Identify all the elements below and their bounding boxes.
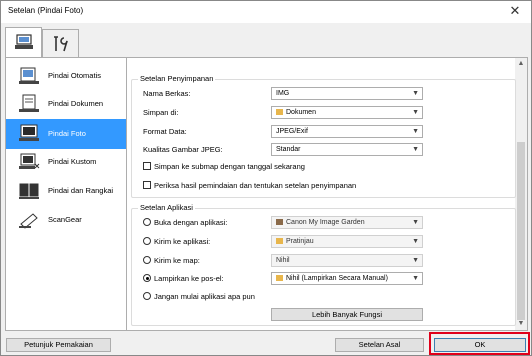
open-with-label: Buka dengan aplikasi: [154, 218, 228, 227]
sidebar-item-label: Pindai dan Rangkai [48, 186, 114, 195]
custom-scan-icon [19, 153, 40, 169]
folder-icon [276, 109, 283, 115]
attach-email-label: Lampirkan ke pos-el: [154, 274, 224, 283]
attach-email-value: Nihil (Lampirkan Secara Manual) [286, 275, 388, 282]
auto-scan-icon [19, 67, 39, 84]
scan-tab-icon [14, 34, 33, 49]
sidebar-item-label: Pindai Kustom [48, 157, 97, 166]
instructions-button[interactable]: Petunjuk Pemakaian [6, 338, 111, 352]
tab-tools[interactable] [42, 29, 79, 58]
app-settings-label: Setelan Aplikasi [138, 203, 195, 212]
window-title: Setelan (Pindai Foto) [8, 6, 84, 15]
send-to-app-label: Kirim ke aplikasi: [154, 237, 211, 246]
send-to-app-select[interactable]: Pratinjau ▼ [271, 235, 423, 248]
format-select[interactable]: JPEG/Exif ▼ [271, 125, 423, 138]
open-with-select[interactable]: Canon My Image Garden ▼ [271, 216, 423, 229]
format-value: JPEG/Exif [276, 128, 308, 135]
save-in-label: Simpan di: [143, 108, 179, 117]
sidebar-item-label: Pindai Foto [48, 129, 86, 138]
quality-label: Kualitas Gambar JPEG: [143, 145, 223, 154]
file-name-label: Nama Berkas: [143, 89, 191, 98]
chevron-down-icon: ▼ [412, 90, 419, 97]
sidebar-item-custom-scan[interactable]: Pindai Kustom [10, 148, 128, 176]
check-results-label: Periksa hasil pemindaian dan tentukan se… [154, 181, 357, 190]
tab-scan[interactable] [5, 27, 42, 58]
sidebar-item-scangear[interactable]: ScanGear [10, 206, 128, 234]
photo-scan-icon [19, 124, 39, 141]
file-name-value: IMG [276, 90, 290, 97]
sidebar-item-label: Pindai Otomatis [48, 71, 101, 80]
attach-email-radio[interactable] [143, 274, 151, 282]
open-with-value: Canon My Image Garden [286, 219, 365, 226]
subfolder-label: Simpan ke submap dengan tanggal sekarang [154, 162, 305, 171]
send-to-app-radio[interactable] [143, 237, 151, 245]
scrollbar-thumb[interactable] [517, 142, 525, 320]
chevron-down-icon: ▼ [412, 219, 419, 226]
send-to-folder-select[interactable]: Nihil ▼ [271, 254, 423, 267]
save-settings-label: Setelan Penyimpanan [138, 74, 216, 83]
more-functions-button[interactable]: Lebih Banyak Fungsi [271, 308, 423, 321]
send-to-app-value: Pratinjau [286, 238, 314, 245]
chevron-down-icon: ▼ [412, 275, 419, 282]
scrollbar[interactable]: ▲ ▼ [515, 58, 527, 330]
quality-value: Standar [276, 146, 301, 153]
sidebar-item-label: Pindai Dokumen [48, 99, 104, 108]
save-in-select[interactable]: Dokumen ▼ [271, 106, 423, 119]
settings-panel: ▲ ▼ Setelan Penyimpanan Nama Berkas: IMG… [126, 57, 528, 331]
send-to-folder-radio[interactable] [143, 256, 151, 264]
attach-email-select[interactable]: Nihil (Lampirkan Secara Manual) ▼ [271, 272, 423, 285]
close-icon[interactable]: ✕ [507, 3, 523, 19]
scroll-down-icon[interactable]: ▼ [517, 320, 525, 328]
send-to-folder-value: Nihil [276, 257, 290, 264]
chevron-down-icon: ▼ [412, 257, 419, 264]
sidebar-item-document-scan[interactable]: Pindai Dokumen [10, 90, 128, 118]
no-app-label: Jangan mulai aplikasi apa pun [154, 292, 255, 301]
tools-tab-icon [53, 36, 68, 52]
no-app-radio[interactable] [143, 292, 151, 300]
sidebar-item-photo-scan[interactable]: Pindai Foto [6, 119, 127, 149]
document-scan-icon [19, 94, 39, 112]
title-bar: Setelan (Pindai Foto) ✕ [1, 1, 531, 23]
app-icon [276, 219, 283, 225]
defaults-button[interactable]: Setelan Asal [335, 338, 424, 352]
file-name-combo[interactable]: IMG ▼ [271, 87, 423, 100]
check-results-checkbox[interactable] [143, 181, 151, 189]
quality-select[interactable]: Standar ▼ [271, 143, 423, 156]
chevron-down-icon: ▼ [412, 109, 419, 116]
scroll-up-icon[interactable]: ▲ [517, 60, 525, 68]
open-with-radio[interactable] [143, 218, 151, 226]
subfolder-checkbox[interactable] [143, 162, 151, 170]
ok-highlight-box [429, 332, 530, 355]
settings-window: Setelan (Pindai Foto) ✕ Pindai Otomatis … [0, 0, 532, 356]
chevron-down-icon: ▼ [412, 238, 419, 245]
chevron-down-icon: ▼ [412, 128, 419, 135]
format-label: Format Data: [143, 127, 187, 136]
chevron-down-icon: ▼ [412, 146, 419, 153]
save-in-value: Dokumen [286, 109, 316, 116]
sidebar-item-scan-and-stitch[interactable]: Pindai dan Rangkai [10, 177, 128, 205]
folder-icon [276, 238, 283, 244]
stitch-icon [19, 183, 39, 199]
sidebar-item-auto-scan[interactable]: Pindai Otomatis [10, 62, 128, 90]
scangear-icon [19, 213, 38, 229]
sidebar-item-label: ScanGear [48, 215, 82, 224]
send-to-folder-label: Kirim ke map: [154, 256, 200, 265]
sidebar: Pindai Otomatis Pindai Dokumen Pindai Fo… [5, 57, 127, 331]
folder-icon [276, 275, 283, 281]
